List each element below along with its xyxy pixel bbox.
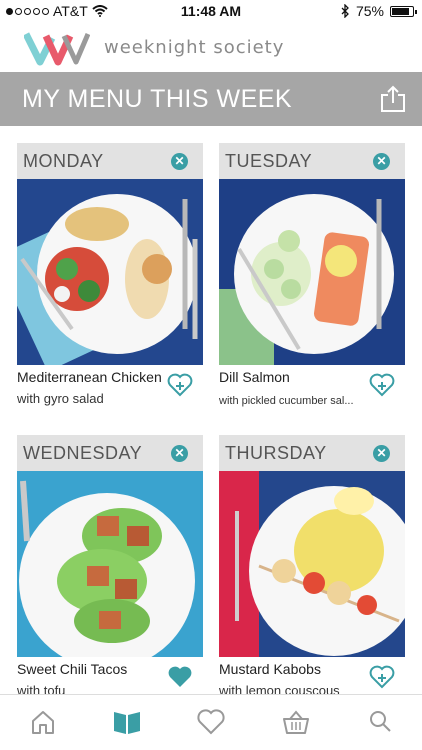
page-banner: MY MENU THIS WEEK (0, 72, 422, 126)
remove-icon[interactable]: ✕ (171, 153, 188, 170)
brand-name: weeknight society (104, 37, 285, 58)
heart-add-icon[interactable] (369, 373, 395, 397)
day-label: TUESDAY (225, 151, 313, 171)
search-icon[interactable] (368, 709, 392, 733)
battery-icon (390, 5, 417, 17)
day-label: MONDAY (23, 151, 104, 171)
meal-photo[interactable] (219, 471, 405, 657)
menu-card-tuesday[interactable]: TUESDAY ✕ Dill Salmon with pickled cucum… (219, 143, 405, 407)
meal-name: Mediterranean Chicken (17, 369, 162, 385)
bluetooth-icon (341, 4, 349, 18)
heart-icon[interactable] (197, 709, 225, 735)
status-bar: AT&T 11:48 AM 75% (0, 0, 422, 22)
heart-add-icon[interactable] (167, 373, 193, 397)
card-header: MONDAY ✕ (17, 143, 203, 179)
menu-card-monday[interactable]: MONDAY ✕ Mediterranean Chicken with gyro… (17, 143, 203, 406)
brand-header: weeknight society (0, 24, 422, 70)
remove-icon[interactable]: ✕ (373, 153, 390, 170)
meal-photo[interactable] (17, 179, 203, 365)
menu-card-wednesday[interactable]: WEDNESDAY ✕ Sweet Chili Tacos with tofu (17, 435, 203, 698)
share-icon[interactable] (380, 85, 406, 113)
card-header: TUESDAY ✕ (219, 143, 405, 179)
card-header: WEDNESDAY ✕ (17, 435, 203, 471)
page-title: MY MENU THIS WEEK (22, 85, 293, 113)
weeknight-society-logo (24, 32, 90, 66)
day-label: THURSDAY (225, 443, 327, 463)
battery-percent: 75% (355, 3, 384, 19)
remove-icon[interactable]: ✕ (171, 445, 188, 462)
home-icon[interactable] (30, 709, 56, 735)
book-icon[interactable] (113, 709, 141, 735)
meal-photo[interactable] (219, 179, 405, 365)
meal-subtitle: with gyro salad (17, 391, 104, 406)
status-right: 75% (341, 3, 417, 19)
menu-card-thursday[interactable]: THURSDAY ✕ Mustard Kabobs with lemon cou… (219, 435, 405, 698)
heart-filled-icon[interactable] (167, 665, 193, 689)
meal-photo[interactable] (17, 471, 203, 657)
tab-bar (0, 694, 422, 750)
remove-icon[interactable]: ✕ (373, 445, 390, 462)
card-header: THURSDAY ✕ (219, 435, 405, 471)
day-label: WEDNESDAY (23, 443, 143, 463)
meal-subtitle: with pickled cucumber sal... (219, 395, 354, 407)
meal-name: Mustard Kabobs (219, 661, 321, 677)
meal-name: Sweet Chili Tacos (17, 661, 128, 677)
meal-name: Dill Salmon (219, 369, 290, 385)
basket-icon[interactable] (282, 709, 310, 735)
heart-add-icon[interactable] (369, 665, 395, 689)
